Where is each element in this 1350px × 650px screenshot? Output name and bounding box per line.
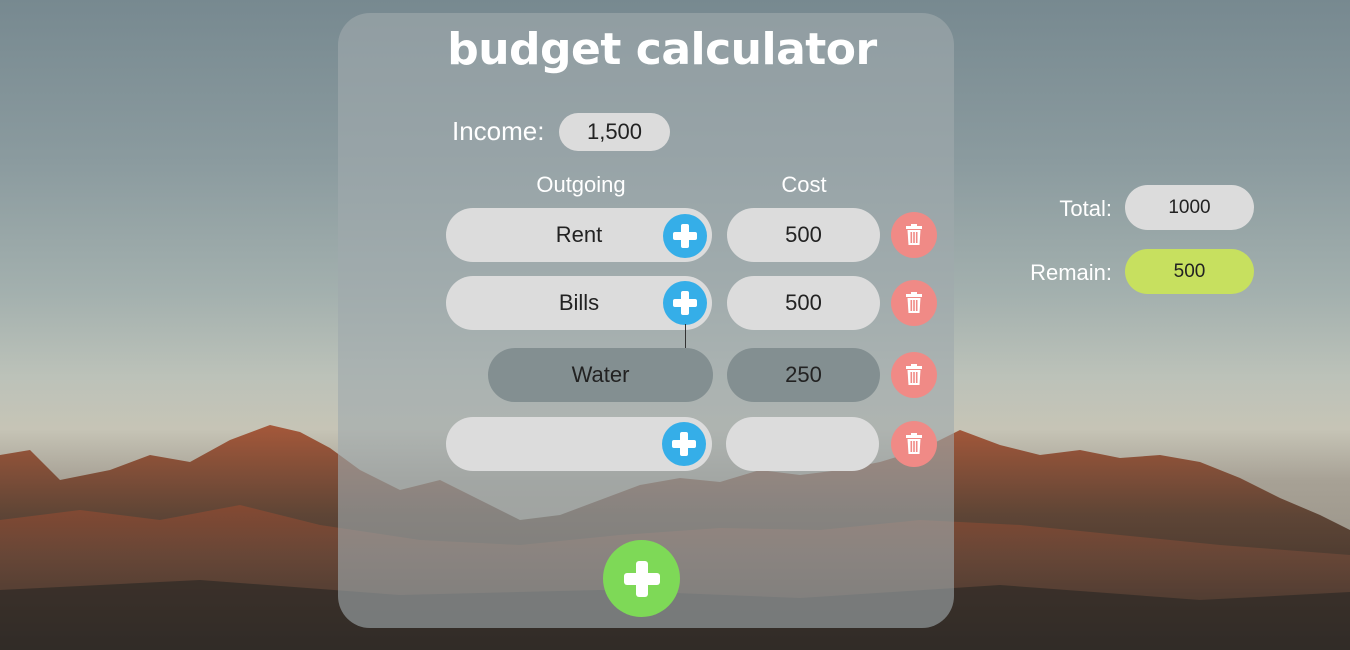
trash-icon bbox=[906, 224, 922, 245]
add-sub-item-button[interactable] bbox=[662, 422, 706, 466]
sub-item-cost-input[interactable]: 250 bbox=[727, 348, 880, 402]
cost-column-header: Cost bbox=[781, 172, 827, 197]
add-row-button[interactable] bbox=[603, 540, 680, 617]
plus-icon bbox=[672, 432, 696, 456]
outgoing-column-header: Outgoing bbox=[536, 172, 626, 197]
total-value: 1000 bbox=[1125, 185, 1254, 230]
trash-icon bbox=[906, 292, 922, 313]
page-title: budget calculator bbox=[447, 24, 877, 75]
delete-row-button[interactable] bbox=[891, 421, 937, 467]
trash-icon bbox=[906, 433, 922, 454]
sub-item-connector bbox=[685, 324, 686, 348]
remain-value: 500 bbox=[1125, 249, 1254, 294]
delete-row-button[interactable] bbox=[891, 280, 937, 326]
cost-input[interactable]: 500 bbox=[727, 208, 880, 262]
remain-label: Remain: bbox=[1030, 260, 1112, 285]
delete-row-button[interactable] bbox=[891, 212, 937, 258]
plus-icon bbox=[673, 224, 697, 248]
add-sub-item-button[interactable] bbox=[663, 214, 707, 258]
plus-icon bbox=[673, 291, 697, 315]
cost-input[interactable]: 500 bbox=[727, 276, 880, 330]
plus-icon bbox=[623, 560, 660, 597]
income-input[interactable]: 1,500 bbox=[559, 113, 670, 151]
total-label: Total: bbox=[1059, 196, 1112, 221]
delete-row-button[interactable] bbox=[891, 352, 937, 398]
cost-input[interactable] bbox=[726, 417, 879, 471]
add-sub-item-button[interactable] bbox=[663, 281, 707, 325]
trash-icon bbox=[906, 364, 922, 385]
income-label: Income: bbox=[452, 116, 545, 146]
sub-item-name-input[interactable]: Water bbox=[488, 348, 713, 402]
